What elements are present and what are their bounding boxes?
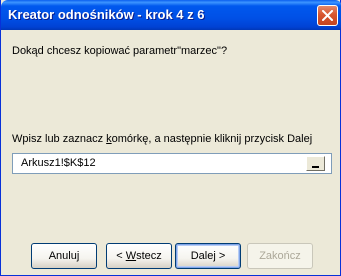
dialog-window: Kreator odnośników - krok 4 z 6 Dokąd ch… [0, 0, 341, 276]
back-button[interactable]: < Wstecz [106, 243, 172, 269]
cell-reference-value: Arkusz1!$K$12 [21, 157, 96, 169]
close-icon [322, 10, 333, 21]
collapse-dialog-button[interactable] [306, 156, 325, 171]
finish-button[interactable]: Zakończ [247, 243, 313, 269]
next-button[interactable]: Dalej > [175, 243, 241, 269]
title-bar[interactable]: Kreator odnośników - krok 4 z 6 [1, 0, 341, 30]
cancel-button[interactable]: Anuluj [31, 243, 97, 269]
collapse-dialog-icon [312, 166, 319, 168]
cell-reference-input[interactable]: Arkusz1!$K$12 [12, 153, 332, 174]
close-button[interactable] [317, 5, 338, 26]
instruction-label: Wpisz lub zaznacz komórkę, a następnie k… [12, 133, 313, 145]
question-label: Dokąd chcesz kopiować parametr"marzec"? [12, 45, 228, 57]
window-title: Kreator odnośników - krok 4 z 6 [8, 7, 205, 22]
